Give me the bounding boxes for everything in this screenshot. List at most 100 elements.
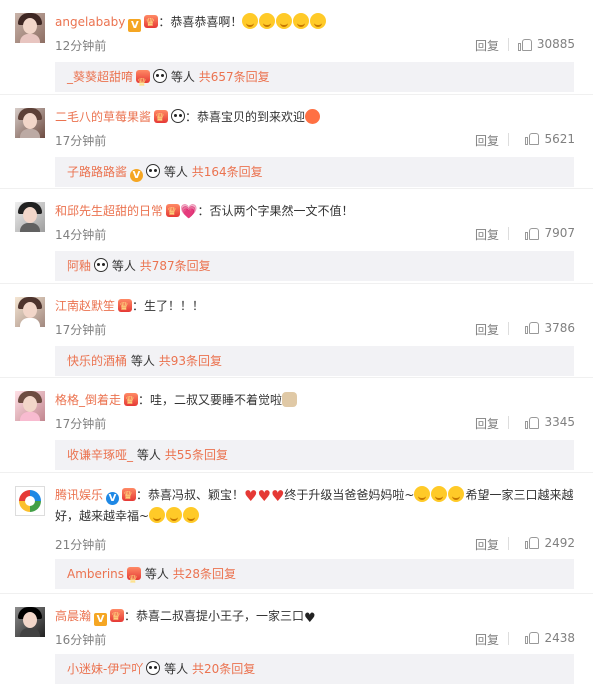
comment-item: 高晨瀚V ：恭喜二叔喜提小王子，一家三口♥ 16分钟前 回复 2438 小迷妹-伊…	[0, 594, 593, 688]
heart-icon: ♥	[257, 486, 271, 505]
comment-item: 腾讯娱乐V：恭喜冯叔、颖宝！♥♥♥终于升级当爸爸妈妈啦~希望一家三口越来越好，越…	[0, 473, 593, 595]
like-count: 30885	[536, 37, 575, 51]
vip-v-icon: V	[106, 491, 120, 505]
reply-summary: Amberins 等人 共28条回复	[55, 558, 574, 595]
comment-text: ：恭喜二叔喜提小王子，一家三口	[124, 608, 305, 623]
like-button[interactable]: 2492	[525, 536, 575, 550]
laugh-emoji-icon	[276, 13, 293, 29]
divider	[508, 38, 509, 51]
like-button[interactable]: 5621	[525, 132, 575, 146]
comment-text: 终于升级当爸爸妈妈啦~	[284, 487, 415, 502]
like-icon	[525, 132, 540, 145]
divider	[508, 132, 509, 146]
like-icon	[525, 416, 540, 429]
like-button[interactable]: 2438	[525, 631, 575, 645]
gift-emoji-icon	[305, 108, 321, 124]
reply-user-link[interactable]: Amberins	[67, 567, 124, 581]
reply-user-link[interactable]: _葵葵超甜唷	[67, 70, 133, 84]
reply-summary-text: 等人	[130, 353, 155, 368]
reply-user-link[interactable]: 子路路路酱	[67, 165, 127, 179]
comment-text: ：否认两个字果然一文不值！	[197, 204, 354, 218]
reply-button[interactable]: 回复	[475, 321, 499, 338]
reply-summary-text: 等人	[111, 259, 136, 273]
avatar[interactable]	[15, 606, 45, 637]
comment-username[interactable]: angelababy	[55, 15, 125, 29]
laugh-emoji-icon	[293, 13, 310, 29]
surprised-emoji-icon	[414, 485, 431, 502]
reply-count-link[interactable]: 共787条回复	[140, 259, 211, 273]
reply-button[interactable]: 回复	[475, 226, 499, 243]
comment-username[interactable]: 二毛八的草莓果酱	[55, 110, 151, 124]
like-button[interactable]: 3345	[525, 415, 575, 429]
like-button[interactable]: 7907	[525, 226, 575, 240]
like-count: 3786	[544, 320, 575, 335]
avatar[interactable]	[15, 107, 45, 138]
like-icon	[525, 536, 540, 549]
reply-count-link[interactable]: 共28条回复	[173, 567, 236, 581]
reply-count-link[interactable]: 共93条回复	[159, 354, 222, 368]
comment-item: angelababyV ：恭喜恭喜啊！ 12分钟前 回复 30885 _葵葵超甜唷…	[0, 0, 593, 98]
vip-v-icon: V	[94, 612, 108, 626]
reply-count-link[interactable]: 共20条回复	[192, 662, 255, 676]
heart-icon: ♥	[244, 486, 258, 505]
avatar[interactable]	[15, 391, 45, 421]
reply-count-link[interactable]: 共657条回复	[199, 70, 270, 84]
reply-button[interactable]: 回复	[475, 536, 499, 553]
vip-v-icon: V	[130, 168, 144, 182]
comment-username[interactable]: 腾讯娱乐	[55, 488, 103, 502]
reply-summary: 阿釉 等人 共787条回复	[55, 251, 574, 281]
comment-item: 和邱先生超甜的日常 💗：否认两个字果然一文不值！ 14分钟前 回复 7907 阿釉…	[0, 189, 593, 284]
reply-summary-text: 等人	[164, 661, 189, 676]
comment-username[interactable]: 格格_倒着走	[55, 393, 121, 407]
reply-count-link[interactable]: 共164条回复	[192, 165, 263, 179]
comment-text: ：恭喜恭喜啊！	[158, 15, 243, 29]
reply-user-link[interactable]: 小迷妹-伊宁吖	[67, 662, 143, 676]
heart-icon: 💗	[180, 204, 198, 220]
reply-summary-text: 等人	[163, 164, 188, 179]
avatar[interactable]	[15, 202, 45, 232]
reply-button[interactable]: 回复	[475, 37, 499, 54]
like-count: 5621	[544, 131, 575, 146]
reply-user-link[interactable]: 收谦辛琢哑_	[67, 448, 133, 462]
reply-summary: 快乐的酒桶 等人 共93条回复	[55, 345, 574, 376]
comment-text: ：哇，二叔又要睡不着觉啦	[138, 393, 283, 407]
comment-list: angelababyV：恭喜恭喜啊！ 12分钟前 回复 30885 _葵葵超甜唷…	[0, 0, 593, 688]
surprised-emoji-icon	[431, 485, 448, 502]
heart-icon: ♥	[304, 610, 316, 626]
avatar[interactable]	[15, 13, 45, 43]
panda-emoji-icon	[146, 660, 161, 675]
like-icon	[517, 38, 532, 51]
comment-time: 17分钟前	[55, 133, 107, 148]
like-count: 2438	[544, 630, 575, 645]
reply-button[interactable]: 回复	[475, 415, 499, 432]
avatar[interactable]	[15, 296, 45, 327]
cat-emoji-icon	[282, 392, 298, 407]
like-button[interactable]: 30885	[517, 37, 575, 51]
comment-username[interactable]: 高晨瀚	[55, 609, 91, 623]
comment-time: 16分钟前	[55, 632, 107, 647]
comment-time: 12分钟前	[55, 39, 107, 53]
comment-time: 17分钟前	[55, 417, 107, 431]
comment-username[interactable]: 和邱先生超甜的日常	[55, 204, 163, 218]
like-icon	[525, 631, 540, 644]
comment-username[interactable]: 江南赵默笙	[55, 299, 115, 313]
comment-time: 14分钟前	[55, 228, 107, 242]
divider	[508, 227, 509, 240]
crown-badge-icon	[166, 202, 181, 222]
surprised-emoji-icon	[448, 485, 465, 502]
reply-user-link[interactable]: 快乐的酒桶	[67, 354, 127, 368]
panda-emoji-icon	[146, 163, 161, 178]
reply-button[interactable]: 回复	[475, 132, 499, 149]
reply-button[interactable]: 回复	[475, 631, 499, 648]
avatar[interactable]	[15, 485, 45, 516]
like-button[interactable]: 3786	[525, 321, 575, 335]
comment-item: 二毛八的草莓果酱 ：恭喜宝贝的到来欢迎 17分钟前 回复 5621 子路路路酱V …	[0, 95, 593, 189]
reply-count-link[interactable]: 共55条回复	[165, 448, 228, 462]
vip-v-icon: V	[128, 19, 142, 32]
divider	[508, 536, 509, 550]
laugh-emoji-icon	[259, 13, 276, 29]
panda-emoji-icon	[171, 108, 186, 123]
divider	[508, 631, 509, 645]
comment-text: ：生了！！！	[132, 298, 205, 313]
reply-user-link[interactable]: 阿釉	[67, 259, 91, 273]
